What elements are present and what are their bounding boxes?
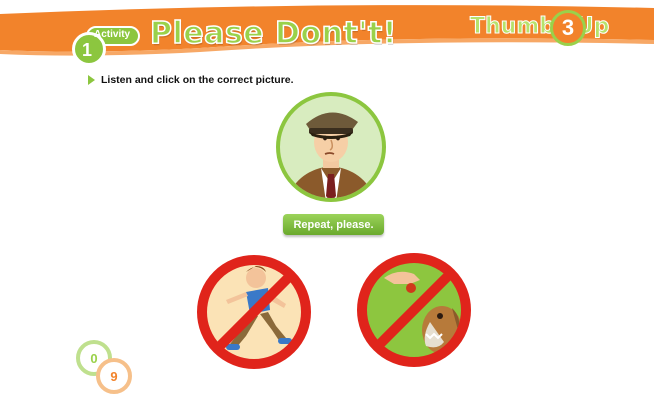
choice-feeding-dog[interactable] [354,250,474,370]
speaker-portrait [276,92,386,202]
activity-label: Activity [94,29,131,40]
page-title: Please Dont't! [149,15,397,52]
activity-badge: Activity 1 [72,24,140,66]
brand-logo: Thumbs Up 3 [469,10,610,46]
no-running-sign-icon [197,255,311,369]
policeman-illustration [276,92,386,202]
instruction: Listen and click on the correct picture. [88,74,294,86]
activity-number: 1 [82,40,93,60]
choice-running-boy[interactable] [194,252,314,372]
instruction-text: Listen and click on the correct picture. [101,74,294,86]
counter-units: 9 [96,358,132,394]
brand-name: Thumbs Up [469,14,610,40]
repeat-button[interactable]: Repeat, please. [283,214,384,235]
no-feeding-sign-icon [357,253,471,367]
instruction-arrow-icon [88,75,95,85]
page-counter: 0 9 [76,340,136,400]
brand-level-badge: 3 [550,10,586,46]
